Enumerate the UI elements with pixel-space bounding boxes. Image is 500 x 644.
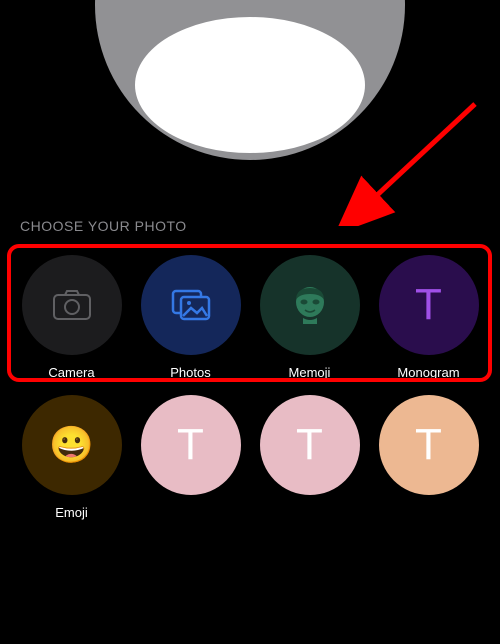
monogram-option[interactable]: T Monogram (379, 255, 479, 380)
suggestion-circle-1: T (141, 395, 241, 495)
monogram-circle: T (379, 255, 479, 355)
suggestion-circle-2: T (260, 395, 360, 495)
camera-icon (52, 289, 92, 321)
suggestion-circle-3: T (379, 395, 479, 495)
section-header: CHOOSE YOUR PHOTO (20, 218, 187, 234)
avatar-circle (95, 0, 405, 160)
emoji-circle: 😀 (22, 395, 122, 495)
suggestion-option-3[interactable]: T (379, 395, 479, 520)
camera-circle (22, 255, 122, 355)
photos-option[interactable]: Photos (141, 255, 241, 380)
camera-option[interactable]: Camera (22, 255, 122, 380)
suggestion-option-2[interactable]: T (260, 395, 360, 520)
emoji-icon: 😀 (49, 424, 94, 466)
photos-label: Photos (170, 365, 210, 380)
photo-options-row-2: 😀 Emoji T T T (0, 395, 500, 520)
memoji-label: Memoji (289, 365, 331, 380)
memoji-icon (291, 284, 329, 326)
memoji-option[interactable]: Memoji (260, 255, 360, 380)
suggestion-letter-1: T (177, 420, 204, 470)
monogram-letter: T (415, 280, 442, 330)
suggestion-letter-2: T (296, 420, 323, 470)
monogram-label: Monogram (397, 365, 459, 380)
avatar-silhouette-icon (135, 10, 365, 160)
profile-avatar-placeholder (95, 0, 405, 160)
emoji-option[interactable]: 😀 Emoji (22, 395, 122, 520)
photo-options-row-1: Camera Photos Memoji T (0, 255, 500, 380)
emoji-label: Emoji (55, 505, 88, 520)
photos-icon (170, 288, 212, 322)
camera-label: Camera (48, 365, 94, 380)
memoji-circle (260, 255, 360, 355)
photos-circle (141, 255, 241, 355)
suggestion-letter-3: T (415, 420, 442, 470)
suggestion-option-1[interactable]: T (141, 395, 241, 520)
